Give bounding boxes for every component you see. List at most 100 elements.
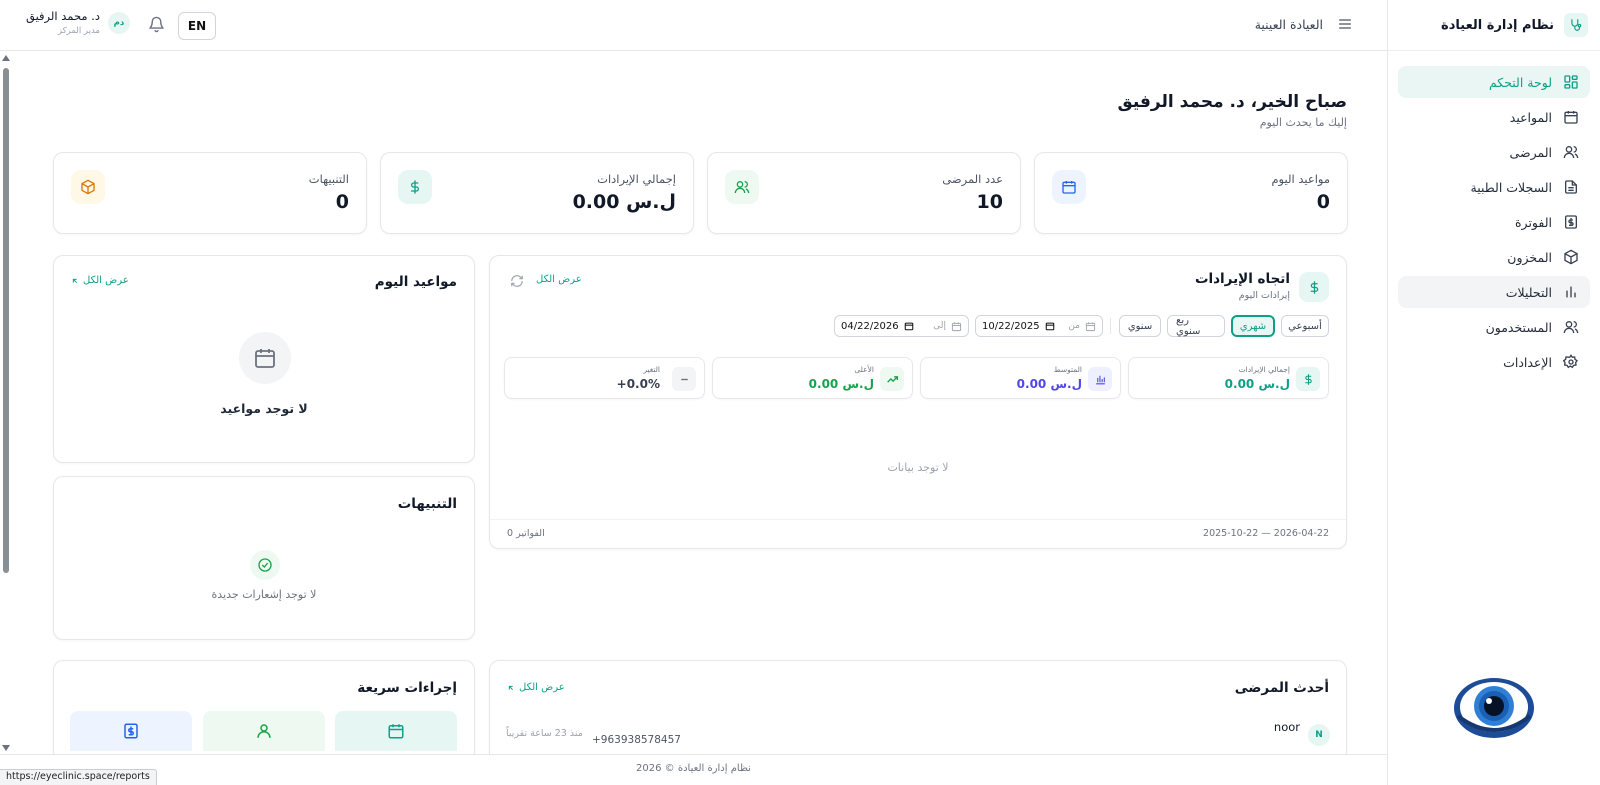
- user-name: د. محمد الرفيق: [26, 9, 100, 23]
- quick-action-new-invoice[interactable]: [70, 711, 192, 751]
- dashboard-icon: [1562, 73, 1580, 91]
- sidebar-item-label: المستخدمون: [1485, 319, 1552, 335]
- metric-change: التغير +0.0%: [504, 357, 705, 399]
- calendar-picker-icon[interactable]: [904, 321, 914, 331]
- patient-time: منذ 23 ساعة تقريباً: [506, 728, 583, 739]
- stat-label: عدد المرضى: [942, 172, 1003, 186]
- sidebar-item-medical-records[interactable]: السجلات الطبية: [1398, 171, 1590, 203]
- appointments-view-all-link[interactable]: عرض الكل: [71, 275, 129, 286]
- page-title: صباح الخير، د. محمد الرفيق: [1117, 92, 1347, 112]
- view-all-label: عرض الكل: [536, 274, 582, 285]
- metric-average: المتوسط 0.00 ل.س: [920, 357, 1121, 399]
- dollar-icon: [1296, 367, 1320, 391]
- stat-card-appointments[interactable]: مواعيد اليوم 0: [1034, 152, 1348, 234]
- sidebar-item-settings[interactable]: الإعدادات: [1398, 346, 1590, 378]
- calendar-icon: [1085, 321, 1096, 332]
- revenue-footer: 2025-10-22 — 2026-04-22 0 الفواتير: [490, 519, 1346, 548]
- metric-label: إجمالي الإيرادات: [1238, 365, 1290, 374]
- view-all-label: عرض الكل: [519, 682, 565, 693]
- scrollbar[interactable]: [0, 51, 12, 751]
- sidebar-item-label: الفوترة: [1515, 214, 1552, 230]
- metric-value: +0.0%: [616, 377, 660, 391]
- from-date-input[interactable]: 10/22/2025 من: [975, 315, 1103, 337]
- calendar-icon: [1562, 108, 1580, 126]
- arrow-up-left-icon: [508, 685, 514, 690]
- period-weekly-button[interactable]: أسبوعي: [1281, 315, 1329, 337]
- date-range-text: 2025-10-22 — 2026-04-22: [1203, 528, 1329, 539]
- sidebar-item-inventory[interactable]: المخزون: [1398, 241, 1590, 273]
- stat-card-patients[interactable]: عدد المرضى 10: [707, 152, 1021, 234]
- metric-label: الأعلى: [854, 365, 874, 374]
- revenue-view-all-link[interactable]: عرض الكل: [536, 274, 582, 285]
- brand-title: نظام إدارة العيادة: [1441, 17, 1554, 33]
- stethoscope-icon: [1564, 13, 1588, 37]
- sidebar: نظام إدارة العيادة لوحة التحكم المواعيد …: [1387, 0, 1600, 785]
- bell-icon[interactable]: [148, 16, 165, 33]
- gear-icon: [1562, 353, 1580, 371]
- card-title: إجراءات سريعة: [357, 680, 457, 696]
- file-text-icon: [1562, 178, 1580, 196]
- scroll-up-arrow-icon[interactable]: [2, 55, 10, 61]
- card-title: التنبيهات: [397, 496, 457, 512]
- sidebar-item-label: المواعيد: [1509, 109, 1552, 125]
- eye-logo: [1452, 676, 1536, 740]
- stat-label: التنبيهات: [308, 172, 349, 186]
- sidebar-item-appointments[interactable]: المواعيد: [1398, 101, 1590, 133]
- metric-value: 0.00 ل.س: [808, 377, 874, 391]
- stat-card-alerts[interactable]: التنبيهات 0: [53, 152, 367, 234]
- calendar-icon: [239, 332, 291, 384]
- calendar-picker-icon[interactable]: [1045, 321, 1055, 331]
- package-icon: [1562, 248, 1580, 266]
- stat-card-revenue[interactable]: إجمالي الإيرادات 0.00 ل.س: [380, 152, 694, 234]
- receipt-dollar-icon: [122, 722, 140, 740]
- metric-value: 0.00 ل.س: [1224, 377, 1290, 391]
- sidebar-item-users[interactable]: المستخدمون: [1398, 311, 1590, 343]
- scroll-thumb[interactable]: [3, 68, 9, 573]
- sidebar-item-label: المرضى: [1509, 144, 1552, 160]
- sidebar-item-label: السجلات الطبية: [1470, 179, 1552, 195]
- table-row[interactable]: N noor +963938578457 منذ 23 ساعة تقريباً: [506, 720, 1330, 750]
- bar-chart-icon: [1562, 283, 1580, 301]
- sidebar-item-dashboard[interactable]: لوحة التحكم: [1398, 66, 1590, 98]
- sidebar-item-label: التحليلات: [1505, 284, 1552, 300]
- scroll-down-arrow-icon[interactable]: [2, 745, 10, 751]
- minus-icon: [672, 367, 696, 391]
- sidebar-item-billing[interactable]: الفوترة: [1398, 206, 1590, 238]
- card-title: أحدث المرضى: [1234, 680, 1329, 696]
- stat-value: 10: [976, 191, 1003, 213]
- language-button[interactable]: EN: [178, 12, 216, 40]
- revenue-trend-card: اتجاه الإيرادات إيرادات اليوم عرض الكل أ…: [489, 255, 1347, 549]
- refresh-icon[interactable]: [510, 274, 524, 288]
- quick-action-new-appointment[interactable]: [335, 711, 457, 751]
- user-menu[interactable]: د. محمد الرفيق مدير المركز دم: [26, 9, 130, 36]
- view-all-label: عرض الكل: [83, 275, 129, 286]
- revenue-title: اتجاه الإيرادات: [1194, 271, 1290, 287]
- from-label: من: [1068, 321, 1080, 331]
- to-date-value: 04/22/2026: [841, 320, 899, 332]
- no-data-text: لا توجد بيانات: [887, 461, 949, 474]
- sidebar-item-analytics[interactable]: التحليلات: [1398, 276, 1590, 308]
- alerts-card: التنبيهات لا توجد إشعارات جديدة: [53, 476, 475, 640]
- metric-label: المتوسط: [1053, 365, 1082, 374]
- patients-view-all-link[interactable]: عرض الكل: [507, 682, 565, 693]
- metric-value: 0.00 ل.س: [1016, 377, 1082, 391]
- clinic-title: العيادة العينية: [1255, 16, 1353, 32]
- sidebar-item-patients[interactable]: المرضى: [1398, 136, 1590, 168]
- patient-phone: +963938578457: [592, 734, 681, 746]
- quick-action-new-patient[interactable]: [203, 711, 325, 751]
- avatar: دم: [107, 11, 130, 34]
- dollar-icon: [398, 170, 432, 204]
- menu-icon[interactable]: [1337, 16, 1353, 32]
- period-yearly-button[interactable]: سنوي: [1119, 315, 1161, 337]
- metric-label: التغير: [643, 365, 660, 374]
- to-date-input[interactable]: 04/22/2026 إلى: [834, 315, 969, 337]
- stat-value: 0: [1316, 191, 1330, 213]
- top-header: العيادة العينية EN د. محمد الرفيق مدير ا…: [0, 0, 1387, 51]
- period-monthly-button[interactable]: شهري: [1231, 315, 1275, 337]
- calendar-icon: [951, 321, 962, 332]
- arrow-up-left-icon: [72, 278, 78, 283]
- stat-value: 0.00 ل.س: [572, 191, 676, 213]
- period-quarterly-button[interactable]: ربع سنوي: [1167, 315, 1225, 337]
- revenue-subtitle: إيرادات اليوم: [1238, 290, 1290, 301]
- users-icon: [1562, 143, 1580, 161]
